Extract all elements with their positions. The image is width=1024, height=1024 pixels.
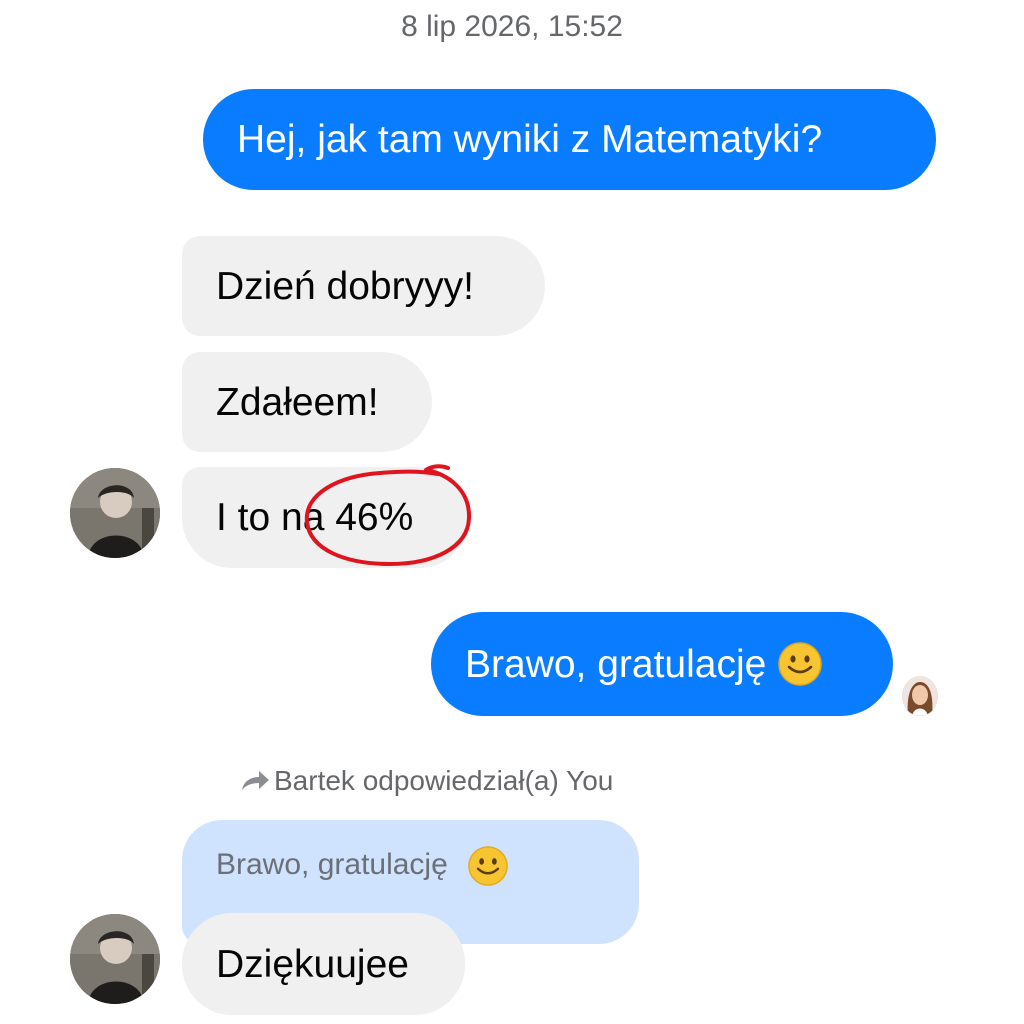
contact-avatar[interactable]	[70, 468, 160, 558]
message-text: Dziękuujee	[216, 942, 409, 986]
message-text: Hej, jak tam wyniki z Matematyki?	[237, 118, 823, 161]
smiling-face-emoji	[778, 642, 823, 686]
contact-avatar[interactable]	[70, 914, 160, 1004]
reply-label-text: Bartek odpowiedział(a) You	[274, 765, 614, 796]
conversation-timestamp: 8 lip 2026, 15:52	[401, 10, 623, 43]
incoming-message-bubble[interactable]: Dzień dobryyy!	[182, 236, 545, 336]
outgoing-message-bubble[interactable]: Hej, jak tam wyniki z Matematyki?	[203, 89, 936, 190]
message-text: Dzień dobryyy!	[216, 264, 474, 308]
reply-arrow-icon	[242, 771, 269, 790]
reply-label: Bartek odpowiedział(a) You	[240, 765, 613, 797]
avatar-image	[70, 914, 160, 1004]
seen-avatar-icon	[902, 676, 938, 716]
message-text: Zdałeem!	[216, 380, 379, 424]
message-text: Brawo, gratulację	[465, 642, 767, 686]
message-text: I to na 46%	[216, 496, 414, 539]
quoted-message-text: Brawo, gratulację	[216, 847, 448, 881]
smiling-face-emoji	[468, 846, 508, 886]
avatar-image	[70, 468, 160, 558]
incoming-message-bubble[interactable]: I to na 46%	[182, 467, 469, 568]
incoming-message-bubble[interactable]: Dziękuujee	[182, 913, 465, 1015]
outgoing-message-bubble[interactable]: Brawo, gratulację	[431, 612, 893, 716]
incoming-message-bubble[interactable]: Zdałeem!	[182, 352, 432, 452]
